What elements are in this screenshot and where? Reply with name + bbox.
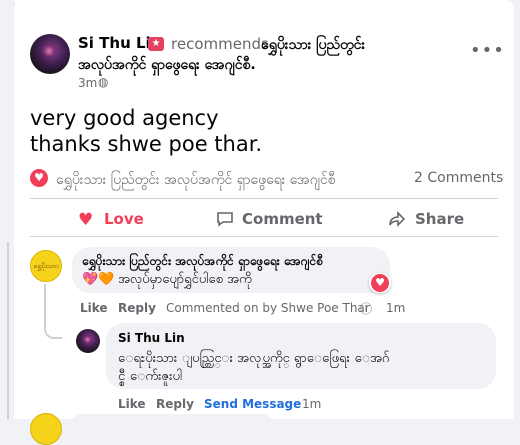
comment-bubble-1: ရွှေပိုးသား ပြည်တွင်း အလုပ်အကိုင် ရှာဖွေ… [72,247,390,293]
post-card: Si Thu Lin ★ recommends ရွှေပိုးသား ပြည်… [7,0,514,445]
next-comment-avatar [30,413,62,445]
comment-1-author[interactable]: ရွှေပိုးသား ပြည်တွင်း အလုပ်အကိုင် ရှာဖွေ… [82,253,323,271]
comment-1-reply[interactable]: Reply [118,301,156,315]
more-horizontal-icon[interactable]: ••• [470,40,505,61]
next-comment-bubble [72,414,272,434]
comment-2-author[interactable]: Si Thu Lin [118,331,185,345]
comment-button[interactable]: Comment [242,210,323,228]
send-message-link[interactable]: Send Message [204,397,301,411]
comment-2-reply[interactable]: Reply [156,397,194,411]
comment-2-text-line2: င္စီ ေက်းဇူးပါ [118,369,183,384]
love-reaction-icon: ♥ [30,169,48,187]
page-logo-text: ရွှေပိုးသား [33,262,59,270]
comments-count[interactable]: 2 Comments [414,170,503,186]
thread-curve [44,323,62,339]
thread-line-inner [44,284,46,324]
divider-top [30,198,498,199]
love-button[interactable]: Love [104,210,144,228]
info-icon[interactable]: ⓘ [360,300,372,317]
post-body-line2: thanks shwe poe thar. [30,132,263,156]
comment-1-love-icon: ♥ [371,274,389,292]
comment-1-emoji: 💖🧡 [82,272,115,287]
author-avatar[interactable] [30,34,70,74]
recommend-star-icon: ★ [148,37,164,51]
love-icon[interactable]: ♥ [78,210,93,230]
reaction-page-name[interactable]: ရွှေပိုးသား ပြည်တွင်း အလုပ်အကိုင် ရှာဖွေ… [56,170,336,191]
comment-2-text-line1: ေရႊပိုးသား ျပည္တြင္း အလုပ္အကိုင္ ရွာေဖြေ… [118,351,390,366]
share-button[interactable]: Share [415,210,464,228]
comment-bubble-2: Si Thu Lin ေရႊပိုးသား ျပည္တြင္း အလုပ္အကိ… [106,323,496,389]
recommends-text: recommends [171,35,269,53]
comment-1-text: အလုပ်မှာပျော်ရွှင်ပါစေ အကို [118,272,252,287]
comment-icon[interactable] [216,210,234,232]
thread-line-outer [7,242,9,419]
page-name-line1[interactable]: ရွှေပိုးသား ပြည်တွင်း [261,35,365,56]
post-body-line1: very good agency [30,106,219,130]
comment-1-like[interactable]: Like [80,301,108,315]
reply-author-avatar[interactable] [76,329,100,353]
comment-1-commented-on: Commented on by Shwe Poe Thar [166,301,370,315]
post-time[interactable]: 3m [78,76,97,90]
page-logo-avatar[interactable]: ရွှေပိုးသား [30,250,62,282]
comment-1-reaction[interactable]: ♥ [369,273,391,293]
share-icon[interactable] [388,210,406,232]
comment-1-time[interactable]: 1m [386,301,405,315]
page-name-line2[interactable]: အလုပ်အကိုင် ရှာဖွေရေး အေဂျင်စီ. [78,55,256,76]
comment-2-time[interactable]: 1m [302,397,321,411]
globe-icon: ◍ [98,75,109,89]
divider-bottom [30,236,498,237]
comment-2-like[interactable]: Like [118,397,146,411]
